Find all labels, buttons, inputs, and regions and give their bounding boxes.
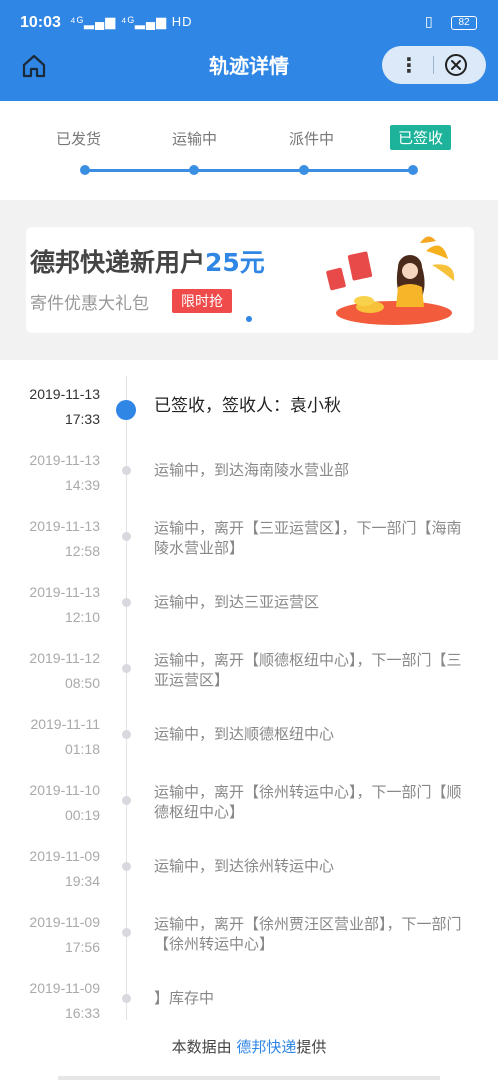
timeline-date: 2019-11-13	[29, 452, 100, 468]
provider-brand-link[interactable]: 德邦快递	[236, 1038, 296, 1056]
timeline-date: 2019-11-09	[29, 914, 100, 930]
timeline-time: 00:19	[64, 807, 100, 823]
step-dot	[189, 165, 199, 175]
timeline-date: 2019-11-13	[29, 584, 100, 600]
capsule-divider	[433, 56, 434, 74]
vibrate-icon: ▯	[425, 14, 433, 30]
timeline-text: 运输中，离开【徐州转运中心】，下一部门【顺德枢纽中心】	[154, 783, 462, 821]
timeline-text: 已签收，签收人：袁小秋	[154, 396, 341, 416]
more-icon[interactable]: ⋮	[394, 46, 424, 84]
timeline-date: 2019-11-09	[29, 980, 100, 996]
step-delivering: 派件中	[289, 130, 335, 148]
miniapp-capsule: ⋮	[382, 46, 486, 84]
timeline-text: 运输中，离开【顺德枢纽中心】，下一部门【三亚运营区】	[154, 651, 462, 689]
status-bar: 10:03 ⁴ᴳ▂▄▆ ⁴ᴳ▂▄▆ HD ▯ 82	[0, 0, 498, 44]
timeline-time: 12:58	[64, 543, 100, 559]
step-dot	[408, 165, 418, 175]
timeline-dot	[122, 994, 131, 1003]
timeline-text: 运输中，到达顺德枢纽中心	[154, 725, 335, 743]
status-time: 10:03	[20, 14, 61, 31]
carousel-indicator	[246, 316, 252, 322]
top-bar: 10:03 ⁴ᴳ▂▄▆ ⁴ᴳ▂▄▆ HD ▯ 82 轨迹详情 ⋮	[0, 0, 498, 101]
tracking-timeline: 2019-11-13 17:33 已签收，签收人：袁小秋 2019-11-13 …	[0, 360, 498, 1020]
banner-amount: 25元	[205, 248, 265, 277]
step-dot	[80, 165, 90, 175]
banner-headline: 德邦快递新用户25元	[30, 243, 265, 279]
progress-steps: 已发货 运输中 派件中 已签收	[0, 101, 498, 200]
timeline-text: 运输中，到达海南陵水营业部	[154, 461, 350, 479]
timeline-dot	[122, 862, 131, 871]
step-in-transit: 运输中	[172, 130, 218, 148]
banner-tag[interactable]: 限时抢	[172, 289, 232, 313]
provider-suffix: 提供	[296, 1038, 327, 1056]
timeline-dot	[122, 532, 131, 541]
timeline-date: 2019-11-12	[29, 650, 100, 666]
bottom-tab-strip	[58, 1076, 440, 1080]
timeline-text: 运输中，离开【三亚运营区】，下一部门【海南陵水营业部】	[154, 519, 462, 557]
provider-prefix: 本数据由	[171, 1038, 237, 1056]
signal-icons: ⁴ᴳ▂▄▆ ⁴ᴳ▂▄▆ HD	[70, 14, 193, 29]
timeline-date: 2019-11-13	[29, 386, 100, 402]
timeline-text: 运输中，到达三亚运营区	[154, 593, 320, 611]
timeline-dot	[122, 466, 131, 475]
gift-illustration	[326, 236, 455, 325]
step-signed: 已签收	[390, 125, 452, 150]
timeline-text: 】库存中	[154, 989, 215, 1007]
timeline-time: 17:33	[64, 411, 100, 427]
timeline-time: 08:50	[64, 675, 100, 691]
timeline-time: 14:39	[64, 477, 100, 493]
progress-line	[84, 169, 414, 172]
data-provider-note: 本数据由 德邦快递提供	[0, 1036, 498, 1057]
timeline-dot	[122, 730, 131, 739]
timeline-time: 12:10	[64, 609, 100, 625]
banner-headline-text: 德邦快递新用户	[30, 248, 206, 277]
promo-banner[interactable]: 德邦快递新用户25元 寄件优惠大礼包 限时抢	[26, 227, 474, 333]
timeline-text: 运输中，离开【徐州贾汪区营业部】，下一部门【徐州转运中心】	[154, 915, 462, 953]
timeline-dot-active	[116, 400, 136, 420]
footer: 本数据由 德邦快递提供	[0, 1020, 498, 1080]
timeline-date: 2019-11-10	[29, 782, 100, 798]
timeline-dot	[122, 928, 131, 937]
timeline-dot	[122, 796, 131, 805]
close-icon[interactable]	[444, 53, 468, 77]
timeline-time: 16:33	[64, 1005, 100, 1020]
battery-icon: 82	[451, 16, 477, 30]
timeline-time: 01:18	[64, 741, 100, 757]
banner-subtitle: 寄件优惠大礼包	[30, 294, 149, 314]
step-dot	[299, 165, 309, 175]
timeline-date: 2019-11-09	[29, 848, 100, 864]
timeline-date: 2019-11-11	[30, 716, 100, 732]
timeline-text: 运输中，到达徐州转运中心	[154, 857, 335, 875]
timeline-time: 19:34	[64, 873, 100, 889]
timeline-time: 17:56	[64, 939, 100, 955]
timeline-date: 2019-11-13	[29, 518, 100, 534]
timeline-dot	[122, 664, 131, 673]
step-shipped: 已发货	[56, 130, 102, 148]
timeline-dot	[122, 598, 131, 607]
